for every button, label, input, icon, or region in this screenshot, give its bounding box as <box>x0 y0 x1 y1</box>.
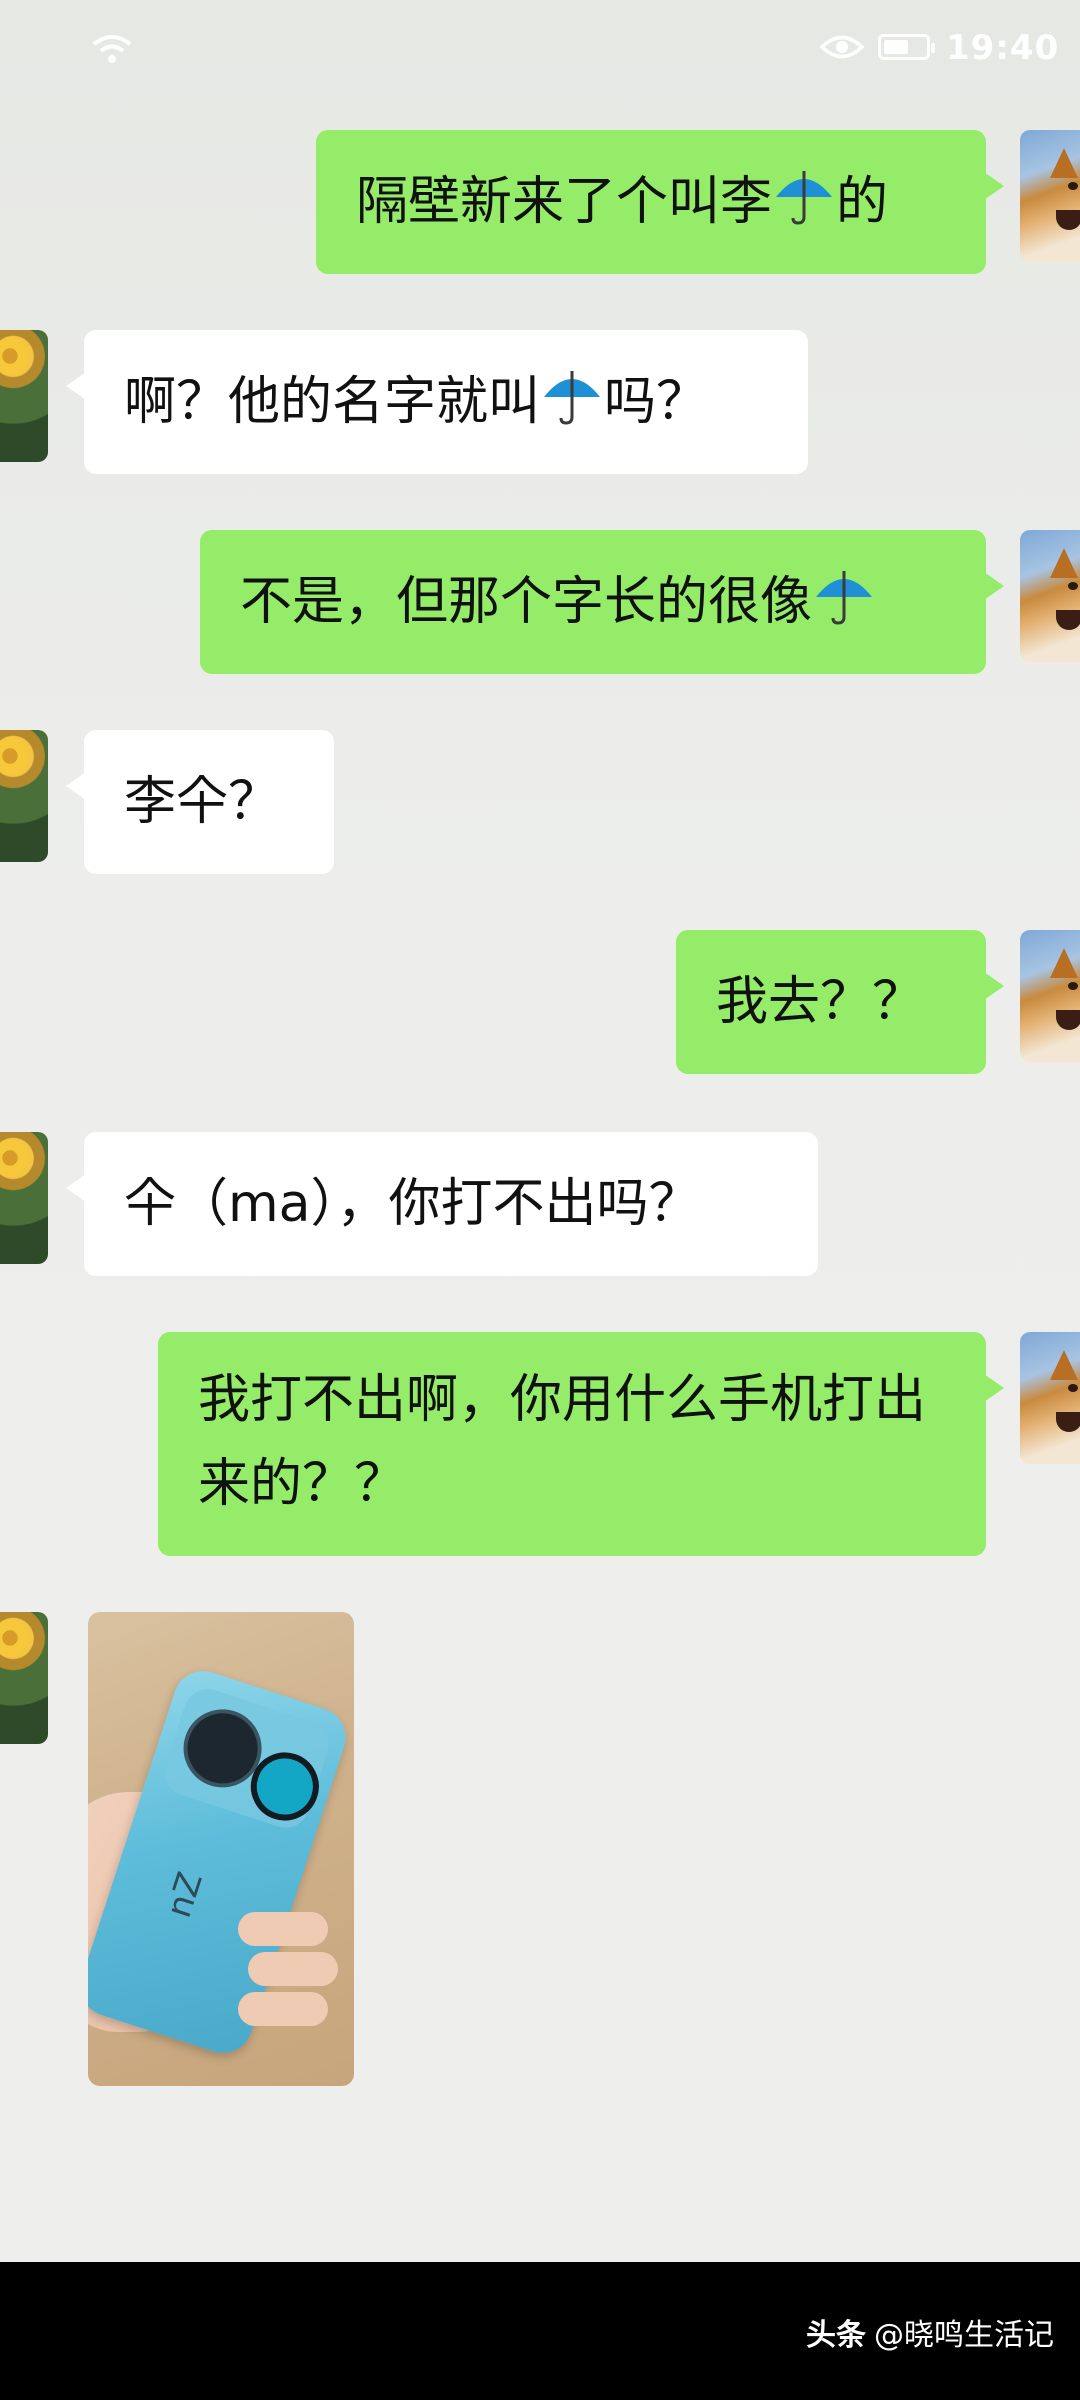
contact-avatar[interactable] <box>0 330 48 462</box>
phone-brand-mark: nZ <box>158 1867 211 1923</box>
watermark-author: @晓鸣生活记 <box>874 2318 1054 2353</box>
battery-icon <box>878 34 935 60</box>
message-text: 仐（ma），你打不出吗？ <box>124 1174 701 1234</box>
chat-area[interactable]: 19:40 隔壁新来了个叫李 的 啊？他的名字就叫 吗？ 不是，但那个字长的很像 李… <box>0 0 1080 2262</box>
status-bar: 19:40 <box>0 0 1080 100</box>
message-text: 吗？ <box>604 372 709 432</box>
my-avatar[interactable] <box>1020 130 1080 262</box>
message-text: 我去？？ <box>716 972 925 1032</box>
message-bubble-6[interactable]: 仐（ma），你打不出吗？ <box>66 1132 818 1276</box>
my-avatar[interactable] <box>1020 930 1080 1062</box>
my-avatar[interactable] <box>1020 1332 1080 1464</box>
message-text: 的 <box>836 172 889 232</box>
message-bubble-7[interactable]: 我打不出啊，你用什么手机打出来的？？ <box>158 1332 1004 1556</box>
watermark: 头条 @晓鸣生活记 <box>806 2310 1054 2354</box>
umbrella-emoji-icon <box>816 571 873 625</box>
umbrella-emoji-icon <box>776 171 833 225</box>
footer-bar: 头条 @晓鸣生活记 <box>0 2262 1080 2400</box>
message-bubble-3[interactable]: 不是，但那个字长的很像 <box>200 530 1004 674</box>
watermark-app: 头条 <box>806 2318 866 2353</box>
message-text: 李仐？ <box>124 772 281 832</box>
message-bubble-1[interactable]: 隔壁新来了个叫李 的 <box>316 130 1004 274</box>
umbrella-emoji-icon <box>544 371 601 425</box>
eye-icon <box>820 35 864 59</box>
message-bubble-5[interactable]: 我去？？ <box>676 930 1004 1074</box>
my-avatar[interactable] <box>1020 530 1080 662</box>
message-text: 啊？他的名字就叫 <box>124 372 541 432</box>
status-time: 19:40 <box>946 28 1060 68</box>
camera-module <box>158 1682 336 1834</box>
message-bubble-2[interactable]: 啊？他的名字就叫 吗？ <box>66 330 808 474</box>
message-bubble-4[interactable]: 李仐？ <box>66 730 334 874</box>
battery-fill <box>884 40 908 54</box>
contact-avatar[interactable] <box>0 730 48 862</box>
message-text: 隔壁新来了个叫李 <box>356 172 773 232</box>
message-text: 不是，但那个字长的很像 <box>240 572 813 632</box>
wifi-icon <box>92 35 132 63</box>
message-text: 我打不出啊，你用什么手机打出来的？？ <box>198 1370 927 1514</box>
contact-avatar[interactable] <box>0 1612 48 1744</box>
contact-avatar[interactable] <box>0 1132 48 1264</box>
image-message[interactable]: nZ <box>88 1612 354 2086</box>
